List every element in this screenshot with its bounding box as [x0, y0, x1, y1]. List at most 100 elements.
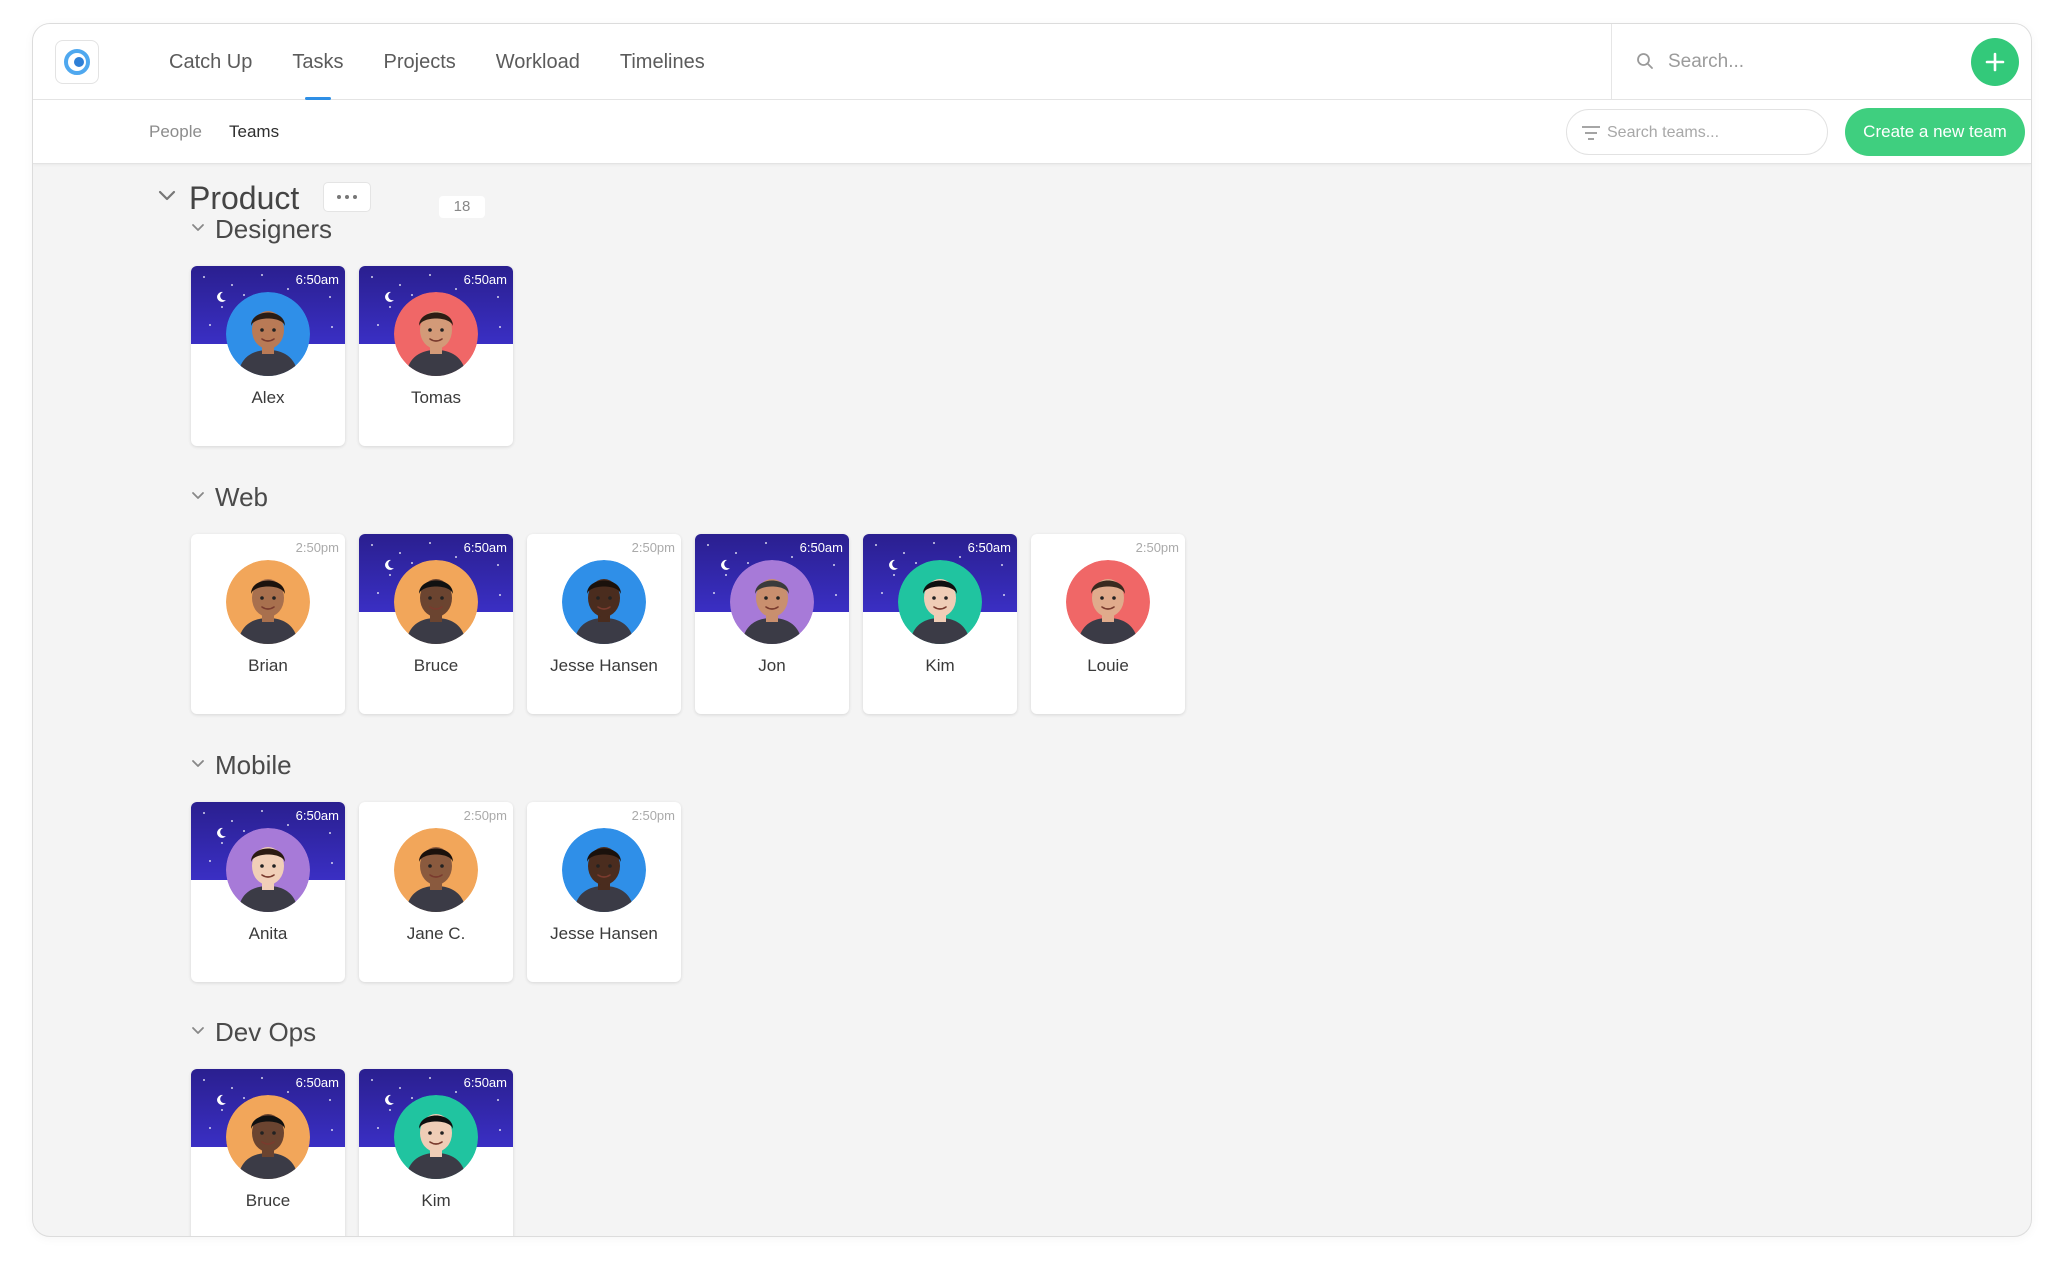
app-logo-icon[interactable] [55, 40, 99, 84]
team-header-web[interactable]: Web [191, 480, 268, 514]
add-button[interactable] [1971, 38, 2019, 86]
avatar[interactable] [394, 560, 478, 644]
star-decoration [203, 812, 205, 814]
create-team-button[interactable]: Create a new team [1845, 108, 2025, 156]
more-options-button[interactable] [323, 182, 371, 212]
star-decoration [429, 274, 431, 276]
local-time: 2:50pm [631, 540, 675, 555]
avatar[interactable] [226, 1095, 310, 1179]
member-card[interactable]: 2:50pm Jesse Hansen [527, 802, 681, 982]
star-decoration [203, 1079, 205, 1081]
member-card[interactable]: 6:50am Kim [863, 534, 1017, 714]
app-window: Catch UpTasksProjectsWorkloadTimelines P… [32, 23, 2032, 1237]
star-decoration [331, 326, 333, 328]
local-time: 6:50am [295, 272, 339, 287]
avatar[interactable] [226, 560, 310, 644]
nav-catch-up[interactable]: Catch Up [149, 24, 272, 100]
avatar[interactable] [394, 292, 478, 376]
member-card[interactable]: 2:50pm Jesse Hansen [527, 534, 681, 714]
star-decoration [915, 562, 917, 564]
star-decoration [499, 326, 501, 328]
moon-icon [215, 826, 227, 838]
avatar[interactable] [730, 560, 814, 644]
avatar[interactable] [1066, 560, 1150, 644]
teams-search-input[interactable] [1607, 119, 1807, 147]
member-card[interactable]: 6:50am Kim [359, 1069, 513, 1236]
team-name: Dev Ops [215, 1016, 317, 1047]
star-decoration [209, 324, 211, 326]
team-header-dev-ops[interactable]: Dev Ops [191, 1015, 316, 1049]
nav-projects[interactable]: Projects [364, 24, 476, 100]
search-input[interactable] [1668, 44, 1948, 80]
avatar[interactable] [394, 1095, 478, 1179]
member-name: Jon [758, 656, 786, 675]
star-decoration [875, 544, 877, 546]
chevron-down-icon[interactable] [191, 488, 205, 506]
star-decoration [881, 592, 883, 594]
member-card[interactable]: 6:50am Bruce [359, 534, 513, 714]
avatar[interactable] [226, 828, 310, 912]
star-decoration [231, 284, 233, 286]
star-decoration [747, 562, 749, 564]
chevron-down-icon[interactable] [191, 756, 205, 774]
member-count-badge: 18 [439, 196, 485, 218]
member-card[interactable]: 6:50am Anita [191, 802, 345, 982]
chevron-down-icon[interactable] [191, 220, 205, 238]
star-decoration [455, 1091, 457, 1093]
member-card[interactable]: 6:50am Alex [191, 266, 345, 446]
chevron-down-icon[interactable] [191, 1023, 205, 1041]
avatar[interactable] [562, 560, 646, 644]
star-decoration [389, 306, 391, 308]
star-decoration [331, 1129, 333, 1131]
star-decoration [371, 1079, 373, 1081]
filter-icon [1581, 125, 1601, 146]
member-card[interactable]: 2:50pm Jane C. [359, 802, 513, 982]
star-decoration [707, 544, 709, 546]
member-card[interactable]: 2:50pm Brian [191, 534, 345, 714]
moon-icon [383, 1093, 395, 1105]
member-card[interactable]: 6:50am Bruce [191, 1069, 345, 1236]
moon-icon [383, 290, 395, 302]
avatar[interactable] [394, 828, 478, 912]
local-time: 6:50am [463, 1075, 507, 1090]
nav-workload[interactable]: Workload [476, 24, 600, 100]
local-time: 2:50pm [295, 540, 339, 555]
nav-timelines[interactable]: Timelines [600, 24, 725, 100]
avatar[interactable] [226, 292, 310, 376]
tab-people[interactable]: People [149, 122, 202, 142]
star-decoration [329, 832, 331, 834]
star-decoration [411, 294, 413, 296]
star-decoration [231, 1087, 233, 1089]
local-time: 2:50pm [1135, 540, 1179, 555]
star-decoration [377, 324, 379, 326]
member-name: Jesse Hansen [550, 924, 658, 943]
local-time: 6:50am [463, 272, 507, 287]
star-decoration [231, 820, 233, 822]
nav-tasks[interactable]: Tasks [272, 24, 363, 100]
team-header-mobile[interactable]: Mobile [191, 748, 292, 782]
tab-teams[interactable]: Teams [229, 122, 279, 142]
star-decoration [1001, 564, 1003, 566]
member-card[interactable]: 6:50am Tomas [359, 266, 513, 446]
member-name: Bruce [245, 1191, 291, 1210]
chevron-down-icon[interactable] [157, 189, 177, 208]
member-card[interactable]: 2:50pm Louie [1031, 534, 1185, 714]
avatar[interactable] [562, 828, 646, 912]
member-name: Tomas [410, 388, 462, 407]
moon-icon [215, 1093, 227, 1105]
moon-icon [887, 558, 899, 570]
star-decoration [221, 1109, 223, 1111]
team-header-designers[interactable]: Designers [191, 212, 332, 246]
local-time: 2:50pm [463, 808, 507, 823]
star-decoration [243, 294, 245, 296]
member-card[interactable]: 6:50am Jon [695, 534, 849, 714]
sub-bar: People Teams Create a new team [33, 100, 2031, 164]
star-decoration [499, 1129, 501, 1131]
teams-search [1566, 109, 1828, 155]
avatar[interactable] [898, 560, 982, 644]
star-decoration [209, 860, 211, 862]
local-time: 6:50am [967, 540, 1011, 555]
moon-icon [383, 558, 395, 570]
member-name: Kim [421, 1191, 451, 1210]
member-name: Brian [248, 656, 288, 675]
